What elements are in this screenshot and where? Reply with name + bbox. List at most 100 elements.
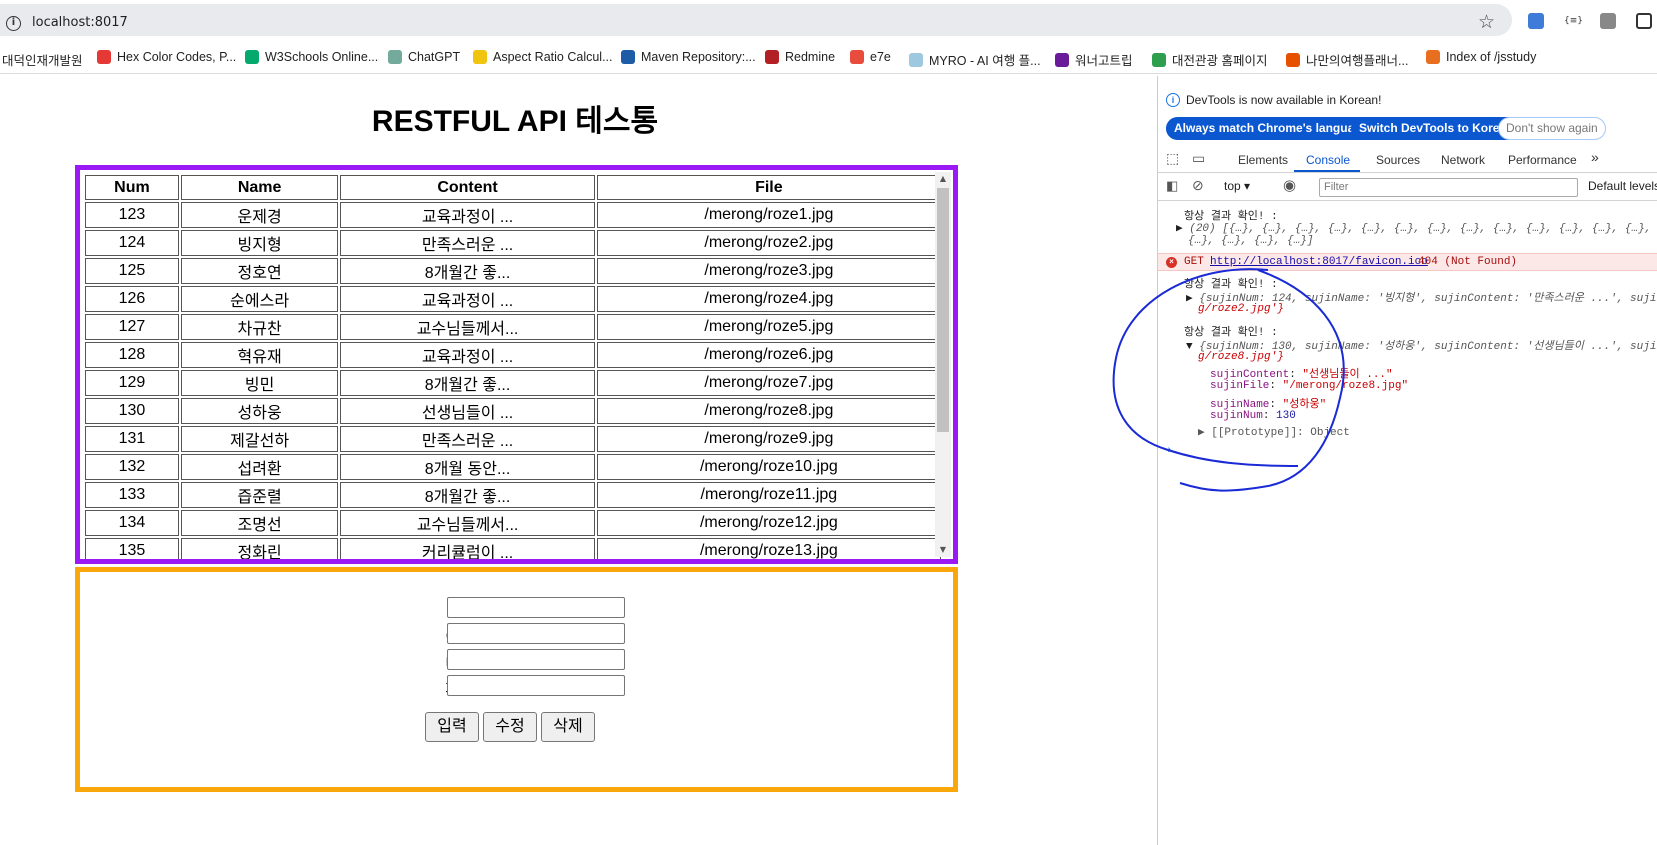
- bookmark-label: 워너고트립: [1075, 54, 1133, 68]
- dont-show-again-button[interactable]: Don't show again: [1498, 117, 1606, 140]
- cell-content: 커리큘럼이 ...: [340, 538, 595, 559]
- expand-arrow-icon[interactable]: ▶: [1186, 293, 1193, 305]
- bookmark-item[interactable]: Redmine: [765, 50, 835, 64]
- tab-performance[interactable]: Performance: [1508, 153, 1577, 167]
- bookmark-item[interactable]: 대전관광 홈페이지: [1152, 50, 1267, 69]
- daejeon-icon: [1152, 52, 1166, 67]
- table-row[interactable]: 133 즙준렬 8개월간 좋.../merong/roze11.jpg: [85, 482, 941, 508]
- cell-content: 교수님들께서...: [340, 314, 595, 340]
- bookmark-item[interactable]: 워너고트립: [1055, 50, 1133, 69]
- table-row[interactable]: 124 빙지형 만족스러운 .../merong/roze2.jpg: [85, 230, 941, 256]
- bookmark-item[interactable]: Maven Repository:...: [621, 50, 756, 64]
- log-object-preview-cont: g/roze8.jpg'}: [1198, 351, 1284, 363]
- live-expression-eye-icon[interactable]: ◉: [1283, 176, 1296, 194]
- log-levels-dropdown[interactable]: Default levels: [1588, 179, 1657, 193]
- bookmark-star-icon[interactable]: ☆: [1478, 11, 1495, 33]
- extension-icon[interactable]: [1528, 13, 1544, 29]
- cell-num: 134: [85, 510, 179, 536]
- cell-content: 교육과정이 ...: [340, 202, 595, 228]
- cell-name: 정화린: [180, 538, 339, 559]
- sidebar-toggle-icon[interactable]: ◧: [1166, 178, 1178, 194]
- cell-content: 교육과정이 ...: [340, 286, 595, 312]
- expand-arrow-icon[interactable]: ▶: [1198, 427, 1205, 439]
- cell-file: /merong/roze10.jpg: [596, 454, 941, 480]
- cell-name: 성하웅: [180, 398, 339, 424]
- cell-num: 125: [85, 258, 179, 284]
- address-bar[interactable]: i localhost:8017 ☆: [0, 4, 1512, 36]
- tab-sources[interactable]: Sources: [1376, 153, 1420, 167]
- tab-network[interactable]: Network: [1441, 153, 1485, 167]
- e7e-icon: [850, 50, 864, 64]
- cell-name: 운제경: [180, 202, 339, 228]
- browser-toolbar: i localhost:8017 ☆ {≡}: [0, 0, 1657, 40]
- table-row[interactable]: 130 성하웅 선생님들이 .../merong/roze8.jpg: [85, 398, 941, 424]
- bookmark-label: Maven Repository:...: [641, 50, 756, 64]
- device-toolbar-icon[interactable]: ▭: [1192, 150, 1205, 167]
- window-icon[interactable]: [1636, 13, 1652, 29]
- table-row[interactable]: 131 제갈선하 만족스러운 .../merong/roze9.jpg: [85, 426, 941, 452]
- devtools-tabs: ⬚ ▭ Elements Console Sources Network Per…: [1158, 145, 1657, 173]
- table-row[interactable]: 127 차규찬 교수님들께서.../merong/roze5.jpg: [85, 314, 941, 340]
- object-property-row: sujinContent: "선생님들이 ...": [1210, 365, 1393, 381]
- switch-korean-button[interactable]: Switch DevTools to Korean: [1351, 117, 1522, 140]
- cell-file: /merong/roze12.jpg: [596, 510, 941, 536]
- file-input[interactable]: [447, 675, 625, 696]
- bookmark-item[interactable]: Hex Color Codes, P...: [97, 50, 236, 64]
- table-row[interactable]: 128 혁유재 교육과정이 .../merong/roze6.jpg: [85, 342, 941, 368]
- table-scroll-area[interactable]: Num Name Content File 123 운제경 교육과정이 .../me…: [83, 173, 943, 559]
- json-viewer-icon[interactable]: {≡}: [1564, 13, 1583, 29]
- table-row[interactable]: 132 섭려환 8개월 동안.../merong/roze10.jpg: [85, 454, 941, 480]
- num-input[interactable]: [447, 597, 625, 618]
- site-info-icon[interactable]: i: [6, 16, 21, 31]
- error-url-link[interactable]: http://localhost:8017/favicon.ico: [1210, 256, 1428, 268]
- scroll-down-icon[interactable]: ▼: [935, 543, 951, 557]
- scroll-up-icon[interactable]: ▲: [935, 172, 951, 186]
- bookmark-item[interactable]: Index of /jsstudy: [1426, 50, 1536, 64]
- clear-console-icon[interactable]: ⊘: [1192, 177, 1204, 194]
- bookmark-item[interactable]: Aspect Ratio Calcul...: [473, 50, 613, 64]
- bookmark-item[interactable]: 대덕인재개발원: [2, 50, 83, 69]
- table-row[interactable]: 134 조명선 교수님들께서.../merong/roze12.jpg: [85, 510, 941, 536]
- scroll-thumb[interactable]: [937, 188, 949, 432]
- log-array-preview[interactable]: ▶ (20) [{…}, {…}, {…}, {…}, {…}, {…}, {……: [1176, 221, 1657, 235]
- table-row[interactable]: 125 정호연 8개월간 좋.../merong/roze3.jpg: [85, 258, 941, 284]
- table-row[interactable]: 135 정화린 커리큘럼이 .../merong/roze13.jpg: [85, 538, 941, 559]
- profile-icon[interactable]: [1600, 13, 1616, 29]
- expand-arrow-icon[interactable]: ▶: [1176, 223, 1183, 235]
- content-input[interactable]: [447, 649, 625, 670]
- cell-num: 133: [85, 482, 179, 508]
- name-input[interactable]: [447, 623, 625, 644]
- header-num: Num: [85, 175, 179, 200]
- table-scrollbar[interactable]: ▲ ▼: [935, 172, 951, 557]
- url-text[interactable]: localhost:8017: [32, 15, 128, 30]
- table-header-row: Num Name Content File: [85, 175, 941, 200]
- console-filter-input[interactable]: Filter: [1319, 178, 1578, 197]
- bookmark-item[interactable]: ChatGPT: [388, 50, 460, 64]
- bookmark-item[interactable]: MYRO - AI 여행 플...: [909, 50, 1041, 69]
- bookmark-item[interactable]: 나만의여행플래너...: [1286, 50, 1408, 69]
- bookmark-item[interactable]: W3Schools Online...: [245, 50, 378, 64]
- info-icon: i: [1166, 93, 1180, 107]
- bookmark-item[interactable]: e7e: [850, 50, 891, 64]
- bookmark-label: 대덕인재개발원: [2, 54, 83, 68]
- bookmark-label: W3Schools Online...: [265, 50, 379, 64]
- context-selector[interactable]: top ▾: [1224, 179, 1250, 193]
- table-row[interactable]: 129 빙민 8개월간 좋.../merong/roze7.jpg: [85, 370, 941, 396]
- insert-button[interactable]: 입력: [425, 712, 479, 742]
- tab-elements[interactable]: Elements: [1238, 153, 1288, 167]
- more-tabs-icon[interactable]: »: [1591, 149, 1599, 165]
- table-row[interactable]: 123 운제경 교육과정이 .../merong/roze1.jpg: [85, 202, 941, 228]
- console-prompt-icon[interactable]: ›: [1166, 445, 1173, 457]
- table-row[interactable]: 126 순에스라 교육과정이 .../merong/roze4.jpg: [85, 286, 941, 312]
- update-button[interactable]: 수정: [483, 712, 537, 742]
- redmine-icon: [765, 50, 779, 64]
- tab-console[interactable]: Console: [1306, 153, 1350, 167]
- prototype-row[interactable]: ▶ [[Prototype]]: Object: [1198, 425, 1350, 439]
- property-value: 130: [1276, 410, 1296, 422]
- bookmark-label: Hex Color Codes, P...: [117, 50, 237, 64]
- planner-icon: [1286, 52, 1300, 67]
- collapse-arrow-icon[interactable]: ▼: [1186, 341, 1193, 353]
- match-language-button[interactable]: Always match Chrome's language: [1166, 117, 1377, 140]
- inspect-element-icon[interactable]: ⬚: [1166, 150, 1179, 167]
- delete-button[interactable]: 삭제: [541, 712, 595, 742]
